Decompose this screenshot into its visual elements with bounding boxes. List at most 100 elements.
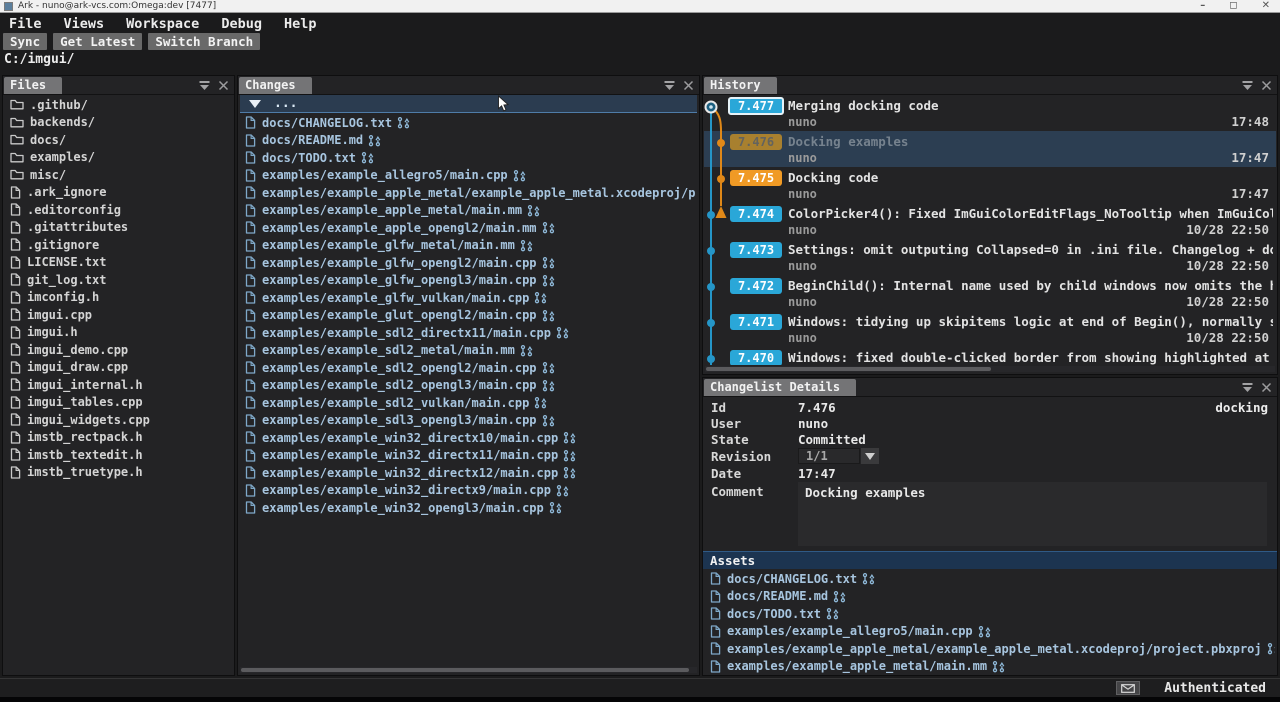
changed-file-item[interactable]: examples/example_glfw_vulkan/main.cpp — [240, 289, 697, 307]
expand-triangle-icon[interactable] — [249, 100, 261, 108]
changed-file-item[interactable]: examples/example_sdl2_directx11/main.cpp — [240, 324, 697, 342]
changed-file-item[interactable]: examples/example_win32_directx11/main.cp… — [240, 447, 697, 465]
history-row-7.476[interactable]: 7.476Docking examplesnuno17:47 — [704, 131, 1276, 167]
history-row-7.474[interactable]: 7.474ColorPicker4(): Fixed ImGuiColorEdi… — [704, 203, 1276, 239]
menu-item-views[interactable]: Views — [64, 16, 105, 32]
mail-icon[interactable] — [1116, 681, 1140, 695]
changed-file-item[interactable]: examples/example_sdl2_metal/main.mm — [240, 342, 697, 360]
file-tree-item[interactable]: examples/ — [5, 149, 232, 167]
sync-button[interactable]: Sync — [3, 33, 47, 50]
changed-file-item[interactable]: examples/example_apple_opengl2/main.mm — [240, 219, 697, 237]
changed-file-item[interactable]: examples/example_glfw_opengl3/main.cpp — [240, 272, 697, 290]
file-tree-item[interactable]: .github/ — [5, 96, 232, 114]
changed-file-item[interactable]: examples/example_win32_directx12/main.cp… — [240, 464, 697, 482]
history-row-7.470[interactable]: 7.470Windows: fixed double-clicked borde… — [704, 347, 1276, 365]
history-row-7.475[interactable]: 7.475Docking codenuno17:47 — [704, 167, 1276, 203]
close-panel-icon[interactable] — [683, 76, 694, 95]
commit-time: 17:47 — [1231, 186, 1269, 201]
filter-icon[interactable] — [1241, 76, 1254, 95]
file-tree-item[interactable]: git_log.txt — [5, 271, 232, 289]
file-tree-item[interactable]: imgui.cpp — [5, 306, 232, 324]
close-panel-icon[interactable] — [1261, 378, 1272, 397]
file-tree-item[interactable]: misc/ — [5, 166, 232, 184]
filter-icon[interactable] — [1241, 378, 1254, 397]
file-tree-item[interactable]: imgui_demo.cpp — [5, 341, 232, 359]
history-row-7.471[interactable]: 7.471Windows: tidying up skipitems logic… — [704, 311, 1276, 347]
file-tree-item[interactable]: imgui_draw.cpp — [5, 359, 232, 377]
revision-dropdown-button[interactable] — [861, 448, 879, 464]
changed-file-item[interactable]: docs/CHANGELOG.txt — [705, 570, 1275, 588]
close-button[interactable]: ✕ — [1262, 0, 1270, 12]
changed-file-item[interactable]: examples/example_apple_metal/main.mm — [240, 202, 697, 220]
file-icon — [10, 343, 21, 356]
file-tree-item[interactable]: .gitattributes — [5, 219, 232, 237]
close-panel-icon[interactable] — [218, 76, 229, 95]
changed-file-item[interactable]: examples/example_allegro5/main.cpp — [240, 167, 697, 185]
changes-root-row[interactable]: ... — [240, 95, 697, 113]
file-tree-item[interactable]: imstb_textedit.h — [5, 446, 232, 464]
file-tree-item[interactable]: .gitignore — [5, 236, 232, 254]
file-tree-item[interactable]: backends/ — [5, 114, 232, 132]
history-row-7.477[interactable]: 7.477Merging docking codenuno17:48 — [704, 95, 1276, 131]
changed-file-item[interactable]: examples/example_glut_opengl2/main.cpp — [240, 307, 697, 325]
changed-file-item[interactable]: examples/example_win32_opengl3/main.cpp — [240, 499, 697, 517]
changed-file-item[interactable]: examples/example_glfw_opengl2/main.cpp — [240, 254, 697, 272]
file-tree-item[interactable]: imconfig.h — [5, 289, 232, 307]
changed-file-item[interactable]: examples/example_apple_metal/main.mm — [705, 658, 1275, 675]
merge-icon — [556, 484, 569, 497]
tab-history[interactable]: History — [704, 77, 777, 94]
file-tree-item[interactable]: imgui_widgets.cpp — [5, 411, 232, 429]
file-tree-item[interactable]: imgui_internal.h — [5, 376, 232, 394]
changed-file-item[interactable]: examples/example_win32_directx10/main.cp… — [240, 429, 697, 447]
history-row-7.473[interactable]: 7.473Settings: omit outputing Collapsed=… — [704, 239, 1276, 275]
changed-file-item[interactable]: examples/example_allegro5/main.cpp — [705, 623, 1275, 641]
filter-icon[interactable] — [198, 76, 211, 95]
changed-file-item[interactable]: docs/README.md — [705, 588, 1275, 606]
tab-changes[interactable]: Changes — [239, 77, 312, 94]
comment-textarea[interactable]: Docking examples — [798, 482, 1267, 546]
changed-file-item[interactable]: examples/example_glfw_metal/main.mm — [240, 237, 697, 255]
close-panel-icon[interactable] — [1261, 76, 1272, 95]
file-tree-item[interactable]: .editorconfig — [5, 201, 232, 219]
filter-icon[interactable] — [663, 76, 676, 95]
file-icon — [245, 274, 256, 287]
history-horizontal-scrollbar[interactable] — [705, 366, 1275, 372]
changed-file-item[interactable]: docs/README.md — [240, 132, 697, 150]
minimize-button[interactable]: – — [1200, 0, 1205, 12]
history-row-7.472[interactable]: 7.472BeginChild(): Internal name used by… — [704, 275, 1276, 311]
file-tree-item[interactable]: imstb_rectpack.h — [5, 429, 232, 447]
changed-file-item[interactable]: examples/example_sdl2_opengl2/main.cpp — [240, 359, 697, 377]
file-tree-item[interactable]: docs/ — [5, 131, 232, 149]
maximize-button[interactable]: ◻ — [1229, 0, 1237, 12]
changed-file-item[interactable]: examples/example_sdl3_opengl3/main.cpp — [240, 412, 697, 430]
file-icon — [245, 239, 256, 252]
file-tree-item[interactable]: imgui.h — [5, 324, 232, 342]
menu-item-help[interactable]: Help — [284, 16, 317, 32]
menu-item-workspace[interactable]: Workspace — [126, 16, 199, 32]
file-tree-item[interactable]: LICENSE.txt — [5, 254, 232, 272]
changeset-badge: 7.477 — [728, 97, 784, 115]
changelist-details-panel: Changelist Details Id 7.476 docking User… — [702, 377, 1278, 676]
changed-file-item[interactable]: docs/CHANGELOG.txt — [240, 114, 697, 132]
file-tree-item[interactable]: imstb_truetype.h — [5, 464, 232, 482]
get-latest-button[interactable]: Get Latest — [53, 33, 142, 50]
changed-file-item[interactable]: docs/TODO.txt — [240, 149, 697, 167]
changed-file-item[interactable]: examples/example_sdl2_vulkan/main.cpp — [240, 394, 697, 412]
changed-file-item[interactable]: examples/example_apple_metal/example_app… — [240, 184, 697, 202]
menu-item-file[interactable]: File — [9, 16, 42, 32]
revision-select[interactable]: 1/1 — [798, 448, 860, 464]
scrollbar-thumb[interactable] — [241, 668, 689, 672]
tab-files[interactable]: Files — [4, 77, 62, 94]
changed-file-item[interactable]: examples/example_win32_directx9/main.cpp — [240, 482, 697, 500]
scrollbar-thumb[interactable] — [706, 367, 991, 371]
changes-horizontal-scrollbar[interactable] — [240, 667, 697, 673]
changed-file-item[interactable]: examples/example_sdl2_opengl3/main.cpp — [240, 377, 697, 395]
tab-changelist-details[interactable]: Changelist Details — [704, 379, 856, 396]
changed-file-item[interactable]: docs/TODO.txt — [705, 605, 1275, 623]
menu-item-debug[interactable]: Debug — [221, 16, 262, 32]
file-tree-item[interactable]: .ark_ignore — [5, 184, 232, 202]
changed-file-item[interactable]: examples/example_apple_metal/example_app… — [705, 640, 1275, 658]
merge-icon — [978, 625, 991, 638]
file-tree-item[interactable]: imgui_tables.cpp — [5, 394, 232, 412]
switch-branch-button[interactable]: Switch Branch — [148, 33, 260, 50]
